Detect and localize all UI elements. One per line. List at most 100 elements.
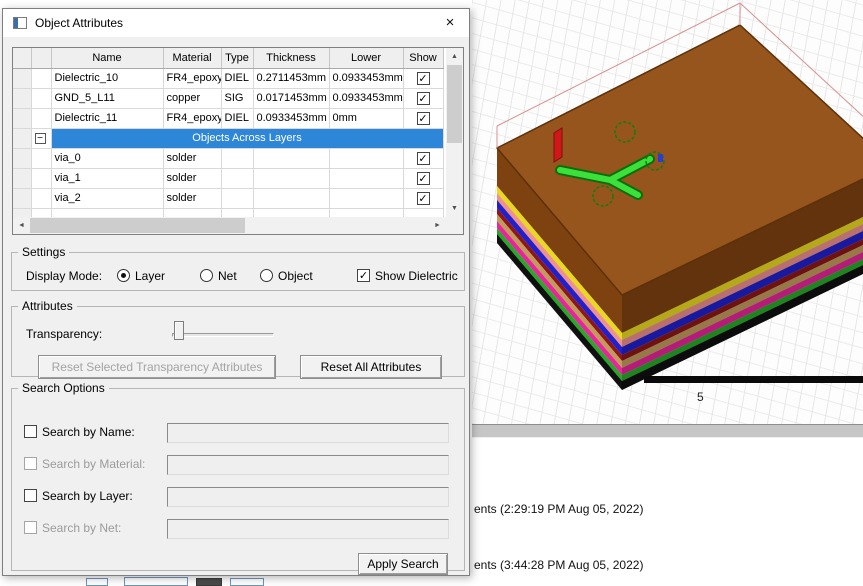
scrollbar-corner	[446, 217, 463, 234]
scroll-up-icon[interactable]: ▲	[446, 48, 463, 65]
attributes-grid: Name Material Type Thickness Lower Show …	[13, 48, 444, 229]
row-selector[interactable]	[13, 168, 31, 188]
show-checkbox[interactable]: ✓	[417, 192, 430, 205]
log-entry: ents (3:44:28 PM Aug 05, 2022)	[474, 558, 643, 572]
cell-material: copper	[163, 88, 221, 108]
col-header-material: Material	[163, 48, 221, 68]
table-row[interactable]: via_2 solder ✓	[13, 188, 443, 208]
apply-search-button[interactable]: Apply Search	[358, 553, 448, 575]
show-checkbox[interactable]: ✓	[417, 72, 430, 85]
3d-viewport[interactable]: 5	[472, 0, 863, 424]
transparency-label: Transparency:	[26, 327, 102, 341]
horizontal-scrollbar[interactable]: ◄ ►	[13, 217, 463, 234]
table-row[interactable]: GND_5_L11 copper SIG 0.0171453mm 0.09334…	[13, 88, 443, 108]
scroll-left-icon[interactable]: ◄	[13, 217, 30, 234]
row-selector[interactable]	[13, 108, 31, 128]
search-by-material-checkbox[interactable]	[24, 457, 37, 470]
search-options-legend: Search Options	[18, 381, 109, 395]
log-entry: ents (2:29:19 PM Aug 05, 2022)	[474, 502, 643, 516]
search-by-layer-label: Search by Layer:	[42, 489, 133, 503]
dialog-title: Object Attributes	[35, 16, 123, 30]
cell-thickness: 0.0933453mm	[253, 108, 329, 128]
cell-material: FR4_epoxy	[163, 108, 221, 128]
splitter-bar[interactable]	[472, 424, 863, 438]
attributes-group: Attributes Transparency: Reset Selected …	[11, 299, 465, 377]
window-fragment	[86, 578, 108, 586]
window-fragment	[230, 578, 264, 586]
show-checkbox[interactable]: ✓	[417, 152, 430, 165]
cell-thickness: 0.0171453mm	[253, 88, 329, 108]
search-by-name-label: Search by Name:	[42, 425, 135, 439]
search-by-layer-input[interactable]	[167, 487, 449, 507]
search-by-material-input	[167, 455, 449, 475]
radio-net[interactable]	[200, 269, 213, 282]
search-by-name-input[interactable]	[167, 423, 449, 443]
reset-selected-transparency-button[interactable]: Reset Selected Transparency Attributes	[38, 355, 276, 379]
cell-type: DIEL	[221, 108, 253, 128]
vertical-scroll-thumb[interactable]	[447, 65, 462, 143]
table-row[interactable]: Dielectric_11 FR4_epoxy DIEL 0.0933453mm…	[13, 108, 443, 128]
message-log: ents (2:29:19 PM Aug 05, 2022) ents (3:4…	[472, 438, 863, 586]
row-selector[interactable]	[13, 148, 31, 168]
port-fin[interactable]	[554, 128, 562, 162]
cell-material: FR4_epoxy	[163, 68, 221, 88]
vertical-scrollbar[interactable]: ▲ ▼	[446, 48, 463, 217]
row-selector[interactable]	[13, 68, 31, 88]
search-by-name-checkbox[interactable]	[24, 425, 37, 438]
cell-name: Dielectric_10	[51, 68, 163, 88]
search-options-group: Search Options Search by Name: Search by…	[11, 381, 465, 571]
col-header-lower: Lower	[329, 48, 403, 68]
search-by-net-label: Search by Net:	[42, 521, 121, 535]
horizontal-scroll-thumb[interactable]	[30, 218, 245, 233]
col-header-thickness: Thickness	[253, 48, 329, 68]
show-dielectric-checkbox[interactable]: ✓	[357, 269, 370, 282]
show-checkbox[interactable]: ✓	[417, 92, 430, 105]
cell-type: SIG	[221, 88, 253, 108]
col-header-name: Name	[51, 48, 163, 68]
cell-material: solder	[163, 148, 221, 168]
window-fragment	[124, 577, 188, 586]
window-icon	[13, 17, 27, 29]
object-attributes-dialog: Object Attributes × Name Material Type	[2, 8, 470, 576]
group-label: Objects Across Layers	[51, 128, 443, 148]
table-row[interactable]: via_1 solder ✓	[13, 168, 443, 188]
row-selector[interactable]	[13, 188, 31, 208]
row-selector[interactable]	[13, 88, 31, 108]
window-fragment	[196, 578, 222, 586]
layers-table: Name Material Type Thickness Lower Show …	[12, 47, 464, 235]
radio-layer[interactable]	[117, 269, 130, 282]
group-row[interactable]: − Objects Across Layers	[13, 128, 443, 148]
transparency-slider-track[interactable]	[172, 333, 274, 337]
axis-bar	[644, 376, 863, 383]
header-row: Name Material Type Thickness Lower Show	[13, 48, 443, 68]
dialog-titlebar[interactable]: Object Attributes ×	[3, 9, 469, 37]
radio-object[interactable]	[260, 269, 273, 282]
table-row[interactable]: via_0 solder ✓	[13, 148, 443, 168]
radio-layer-label: Layer	[135, 269, 165, 283]
scroll-right-icon[interactable]: ►	[429, 217, 446, 234]
transparency-slider-thumb[interactable]	[174, 321, 184, 340]
settings-legend: Settings	[18, 245, 69, 259]
display-mode-label: Display Mode:	[26, 269, 102, 283]
cell-name: via_1	[51, 168, 163, 188]
search-by-net-input	[167, 519, 449, 539]
collapse-icon[interactable]: −	[35, 133, 46, 144]
show-checkbox[interactable]: ✓	[417, 172, 430, 185]
table-row[interactable]: Dielectric_10 FR4_epoxy DIEL 0.2711453mm…	[13, 68, 443, 88]
pcb-3d-model[interactable]	[472, 0, 863, 424]
scroll-down-icon[interactable]: ▼	[446, 200, 463, 217]
show-checkbox[interactable]: ✓	[417, 112, 430, 125]
reset-all-attributes-button[interactable]: Reset All Attributes	[300, 355, 442, 379]
row-selector[interactable]	[13, 128, 31, 148]
search-by-layer-checkbox[interactable]	[24, 489, 37, 502]
marker	[658, 154, 663, 162]
screen: 5 ents (2:29:19 PM Aug 05, 2022) ents (3…	[0, 0, 863, 586]
search-by-net-checkbox[interactable]	[24, 521, 37, 534]
cell-name: GND_5_L11	[51, 88, 163, 108]
col-header-show: Show	[403, 48, 443, 68]
radio-object-label: Object	[278, 269, 313, 283]
col-header-type: Type	[221, 48, 253, 68]
close-icon[interactable]: ×	[431, 9, 469, 37]
cell-type: DIEL	[221, 68, 253, 88]
attributes-legend: Attributes	[18, 299, 77, 313]
